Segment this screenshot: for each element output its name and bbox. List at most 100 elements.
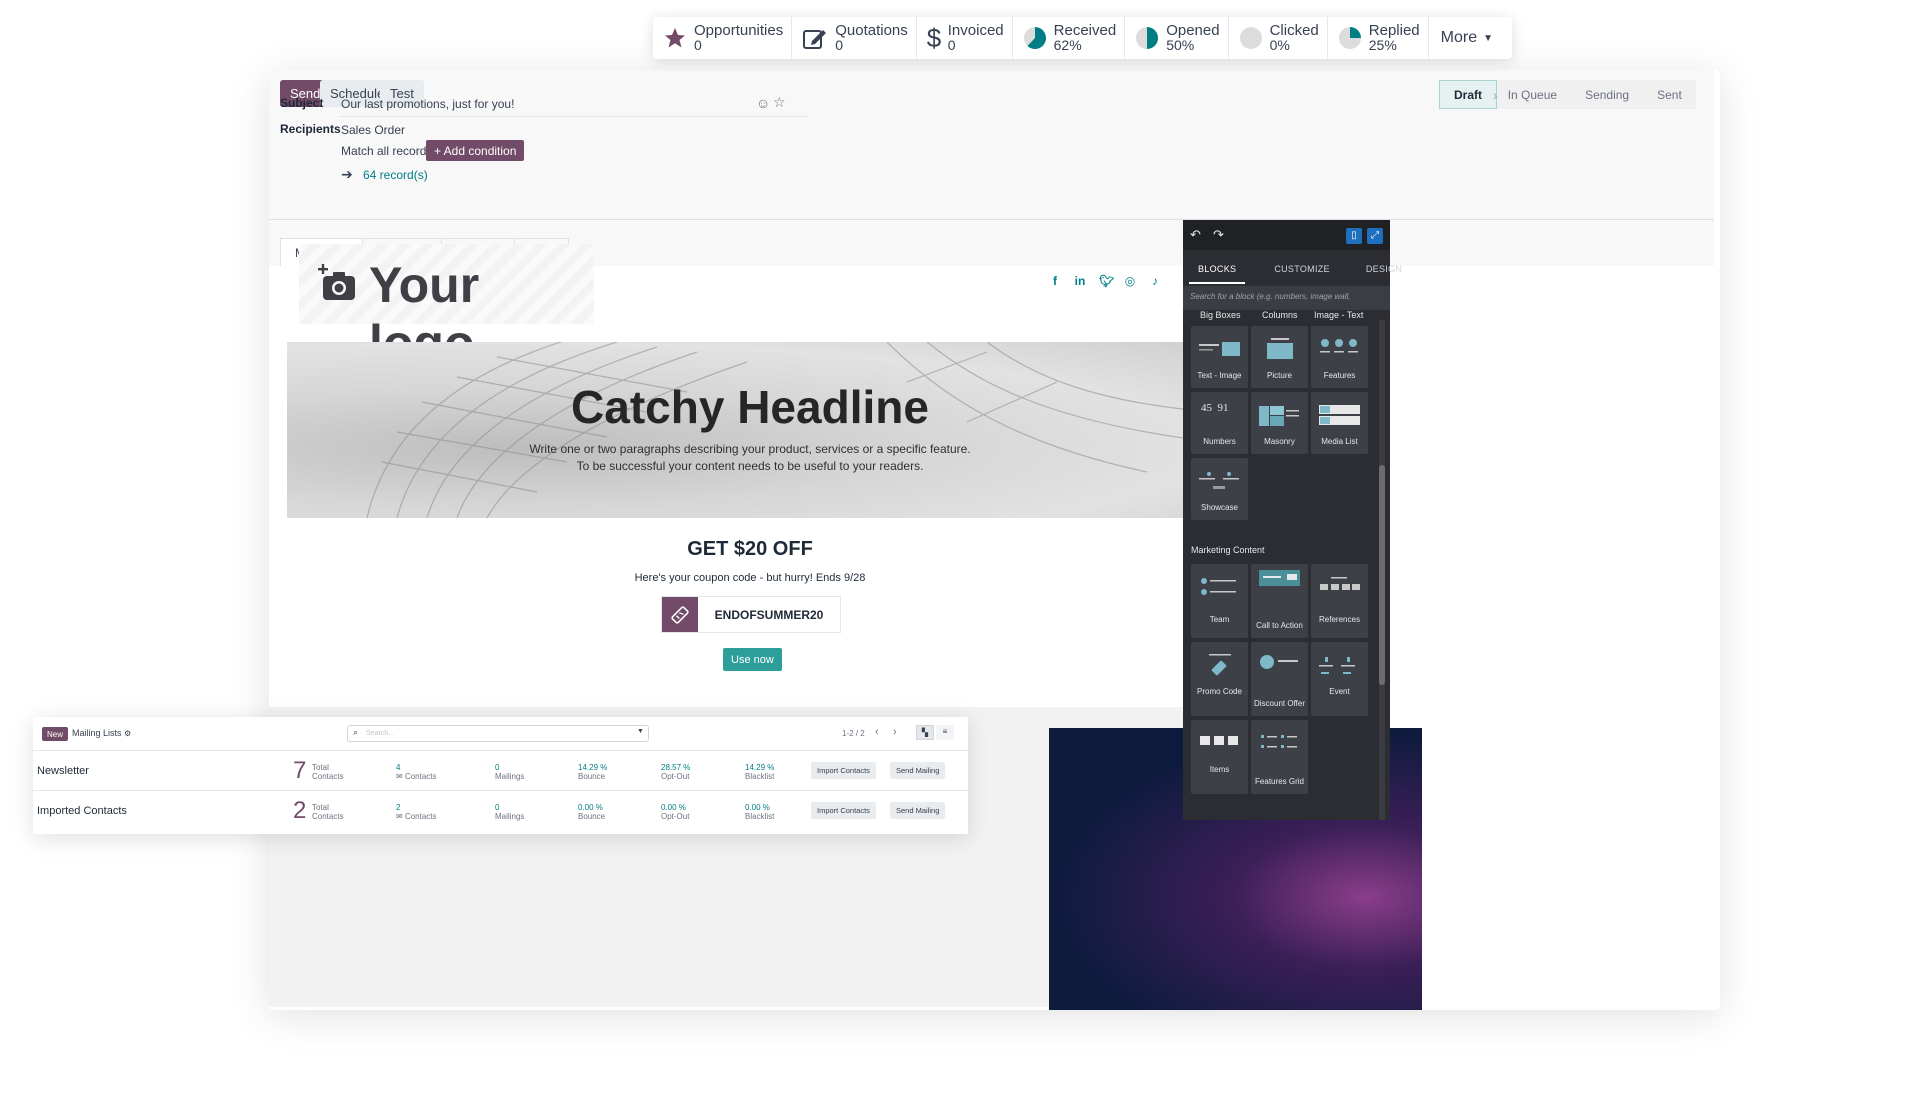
block-showcase[interactable]: Showcase — [1191, 458, 1248, 520]
mobile-preview-icon[interactable]: ▯ — [1346, 228, 1362, 244]
promo-subtitle[interactable]: Here's your coupon code - but hurry! End… — [269, 572, 1231, 584]
block-label-big-boxes[interactable]: Big Boxes — [1200, 310, 1241, 320]
stat-invoiced[interactable]: $ Invoiced 0 — [917, 17, 1013, 59]
send-mailing-button[interactable]: Send Mailing — [890, 762, 946, 779]
block-label-columns[interactable]: Columns — [1262, 310, 1298, 320]
use-now-button[interactable]: Use now — [723, 648, 782, 671]
masonry-thumbnail — [1259, 406, 1299, 426]
stat-quotations[interactable]: Quotations 0 — [792, 17, 917, 59]
tab-customize[interactable]: CUSTOMIZE — [1265, 260, 1339, 284]
add-condition-button[interactable]: + Add condition — [426, 140, 525, 161]
status-sending[interactable]: Sending — [1571, 80, 1643, 109]
subject-field[interactable]: Our last promotions, just for you! — [341, 97, 514, 111]
block-search-input[interactable]: Search for a block (e.g. numbers, image … — [1183, 286, 1390, 310]
total-count: 7 — [293, 757, 307, 784]
hero-banner[interactable]: Catchy Headline Write one or two paragra… — [287, 342, 1213, 518]
linkedin-icon[interactable]: in — [1074, 274, 1086, 288]
import-contacts-button[interactable]: Import Contacts — [811, 802, 876, 819]
block-features-grid[interactable]: Features Grid — [1251, 720, 1308, 794]
new-button[interactable]: New — [42, 727, 69, 741]
block-features[interactable]: Features — [1311, 326, 1368, 388]
block-call-to-action[interactable]: Call to Action — [1251, 564, 1308, 638]
block-promo-code[interactable]: Promo Code — [1191, 642, 1248, 716]
tiktok-icon[interactable]: ♪ — [1149, 274, 1161, 288]
status-in-queue[interactable]: In Queue — [1494, 80, 1571, 109]
more-button[interactable]: More ▼ — [1429, 17, 1505, 59]
features-thumbnail — [1320, 339, 1358, 353]
import-contacts-button[interactable]: Import Contacts — [811, 762, 876, 779]
hero-headline[interactable]: Catchy Headline — [287, 380, 1213, 434]
subject-label: Subject — [280, 96, 324, 110]
text-image-thumbnail — [1199, 342, 1240, 356]
contacts-stat[interactable]: 2 ✉ Contacts — [396, 803, 437, 821]
block-references[interactable]: References — [1311, 564, 1368, 638]
logo-block[interactable]: Your logo — [299, 244, 594, 371]
stats-bar: Opportunities 0 Quotations 0 $ Invoiced 0 R… — [653, 17, 1512, 59]
contacts-stat[interactable]: 4 ✉ Contacts — [396, 763, 437, 781]
gear-icon[interactable]: ⚙ — [124, 729, 131, 738]
twitter-icon[interactable]: 🐦︎ — [1099, 274, 1114, 288]
stat-opportunities[interactable]: Opportunities 0 — [653, 17, 793, 59]
list-view-icon[interactable]: ≡ — [936, 725, 954, 740]
star-icon[interactable]: ☆ — [773, 94, 786, 111]
clicked-pie-icon — [1239, 27, 1262, 49]
stat-clicked[interactable]: Clicked 0% — [1229, 17, 1328, 59]
block-numbers[interactable]: 45 91 Numbers — [1191, 392, 1248, 454]
mailings-stat[interactable]: 0 Mailings — [495, 803, 524, 821]
optout-stat[interactable]: 0.00 % Opt-Out — [661, 803, 689, 821]
fullscreen-icon[interactable]: ⤢ — [1367, 228, 1383, 244]
instagram-icon[interactable]: ◎ — [1124, 274, 1136, 288]
promo-title[interactable]: GET $20 OFF — [269, 538, 1231, 561]
list-row-imported-contacts[interactable]: Imported Contacts 2 Total Contacts 2 ✉ Con… — [33, 790, 968, 830]
status-sent[interactable]: Sent — [1643, 80, 1696, 109]
blacklist-stat[interactable]: 14.29 % Blacklist — [745, 763, 774, 781]
next-page-icon[interactable]: › — [893, 726, 897, 738]
form-header: Send Schedule Test Draft › In Queue Send… — [269, 70, 1714, 267]
block-discount-offer[interactable]: Discount Offer — [1251, 642, 1308, 716]
prev-page-icon[interactable]: ‹ — [875, 726, 879, 738]
bounce-stat[interactable]: 0.00 % Bounce — [578, 803, 605, 821]
stat-received[interactable]: Received 62% — [1013, 17, 1126, 59]
facebook-icon[interactable]: f — [1049, 274, 1061, 288]
status-draft[interactable]: Draft — [1439, 80, 1498, 109]
optout-stat[interactable]: 28.57 % Opt-Out — [661, 763, 690, 781]
team-thumbnail — [1201, 578, 1236, 595]
stat-replied[interactable]: Replied 25% — [1328, 17, 1429, 59]
redo-icon[interactable]: ↷ — [1213, 227, 1224, 243]
kanban-view-icon[interactable]: ▚ — [916, 725, 934, 740]
stat-opened[interactable]: Opened 50% — [1125, 17, 1229, 59]
block-masonry[interactable]: Masonry — [1251, 392, 1308, 454]
block-picture[interactable]: Picture — [1251, 326, 1308, 388]
block-media-list[interactable]: Media List — [1311, 392, 1368, 454]
blacklist-stat[interactable]: 0.00 % Blacklist — [745, 803, 774, 821]
undo-icon[interactable]: ↶ — [1190, 227, 1201, 243]
mailings-stat[interactable]: 0 Mailings — [495, 763, 524, 781]
received-pie-icon — [1023, 27, 1046, 49]
hero-text-line-1[interactable]: Write one or two paragraphs describing y… — [287, 442, 1213, 456]
call-to-action-thumbnail — [1259, 570, 1300, 586]
tab-blocks[interactable]: BLOCKS — [1189, 260, 1246, 284]
search-dropdown-icon[interactable]: ▼ — [637, 728, 644, 735]
list-row-newsletter[interactable]: Newsletter 7 Total Contacts 4 ✉ Contacts 0… — [33, 750, 968, 790]
block-items[interactable]: Items — [1191, 720, 1248, 794]
search-input[interactable]: Search... — [347, 725, 649, 742]
star-icon — [665, 28, 685, 48]
panel-scrollbar-thumb[interactable] — [1379, 465, 1385, 685]
panel-tabs: BLOCKS CUSTOMIZE DESIGN — [1183, 260, 1402, 284]
items-thumbnail — [1200, 736, 1238, 745]
coupon-code: ENDOFSUMMER20 — [714, 607, 824, 622]
block-team[interactable]: Team — [1191, 564, 1248, 638]
subject-underline — [339, 116, 809, 117]
coupon-box[interactable]: ENDOFSUMMER20 — [661, 596, 841, 633]
search-icon: ⌕ — [353, 727, 359, 737]
block-label-image-text[interactable]: Image - Text — [1314, 310, 1363, 320]
records-link[interactable]: 64 record(s) — [363, 168, 428, 182]
hero-text-line-2[interactable]: To be successful your content needs to b… — [287, 459, 1213, 473]
bounce-stat[interactable]: 14.29 % Bounce — [578, 763, 607, 781]
block-text-image[interactable]: Text - Image — [1191, 326, 1248, 388]
recipients-model[interactable]: Sales Order — [341, 123, 405, 137]
tab-design[interactable]: DESIGN — [1357, 260, 1411, 284]
emoji-icon[interactable]: ☺ — [756, 95, 770, 111]
send-mailing-button[interactable]: Send Mailing — [890, 802, 946, 819]
block-event[interactable]: Event — [1311, 642, 1368, 716]
